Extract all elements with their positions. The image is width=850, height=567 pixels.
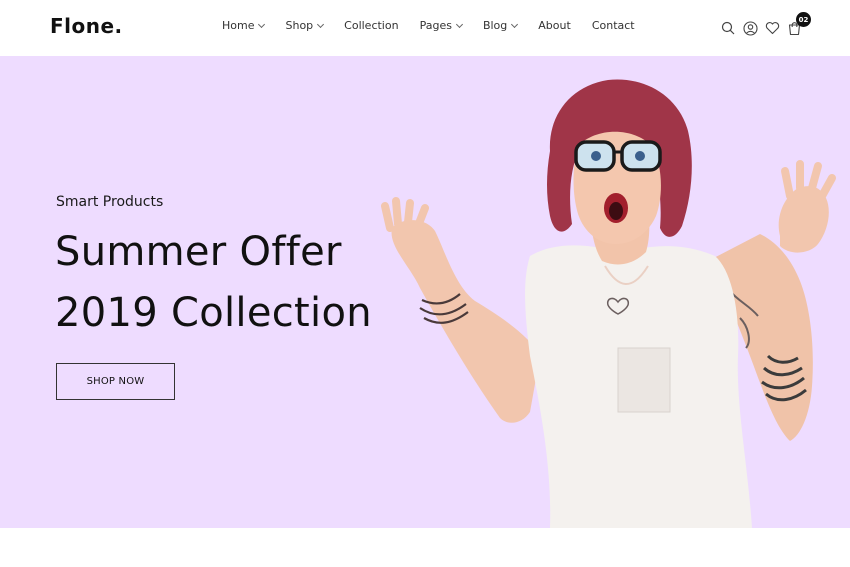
account-button[interactable] [739,18,761,38]
nav-item-label: Home [222,19,255,32]
nav-item-label: Contact [591,19,635,32]
nav-item-collection[interactable]: Collection [344,19,398,32]
hero-model-image [381,79,836,528]
hero-banner: Smart Products Summer Offer 2019 Collect… [0,56,850,528]
hero-headline: Summer Offer 2019 Collection [55,222,372,344]
nav-item-about[interactable]: About [538,19,571,32]
main-nav: Home Shop Collection Pages Blog About Co… [222,19,656,32]
wishlist-button[interactable] [761,18,783,38]
hero-headline-line-1: Summer Offer [55,229,342,275]
chevron-down-icon [511,20,519,28]
nav-item-blog[interactable]: Blog [482,19,519,32]
hero-subtitle: Smart Products [56,194,164,210]
search-button[interactable] [717,18,739,38]
page-footer-gap [0,528,850,567]
nav-item-home[interactable]: Home [222,19,266,32]
nav-item-label: Shop [285,19,314,32]
nav-item-label: About [538,19,571,32]
shop-now-button[interactable]: SHOP NOW [56,363,175,400]
nav-item-pages[interactable]: Pages [419,19,463,32]
search-icon [721,21,735,35]
cart-button[interactable]: 02 [783,12,811,38]
nav-item-shop[interactable]: Shop [285,19,325,32]
site-header: Flone. Home Shop Collection Pages Blog A… [0,0,850,56]
site-logo[interactable]: Flone. [50,14,123,38]
header-icons: 02 [717,12,811,38]
hero-headline-line-2: 2019 Collection [55,290,372,336]
nav-item-label: Pages [419,19,452,32]
chevron-down-icon [317,20,325,28]
chevron-down-icon [455,20,463,28]
nav-item-contact[interactable]: Contact [592,19,635,32]
user-icon [742,20,758,36]
heart-icon [765,22,779,35]
nav-item-label: Blog [482,19,508,32]
chevron-down-icon [258,20,266,28]
cart-count-badge: 02 [796,12,811,27]
nav-item-label: Collection [344,19,399,32]
